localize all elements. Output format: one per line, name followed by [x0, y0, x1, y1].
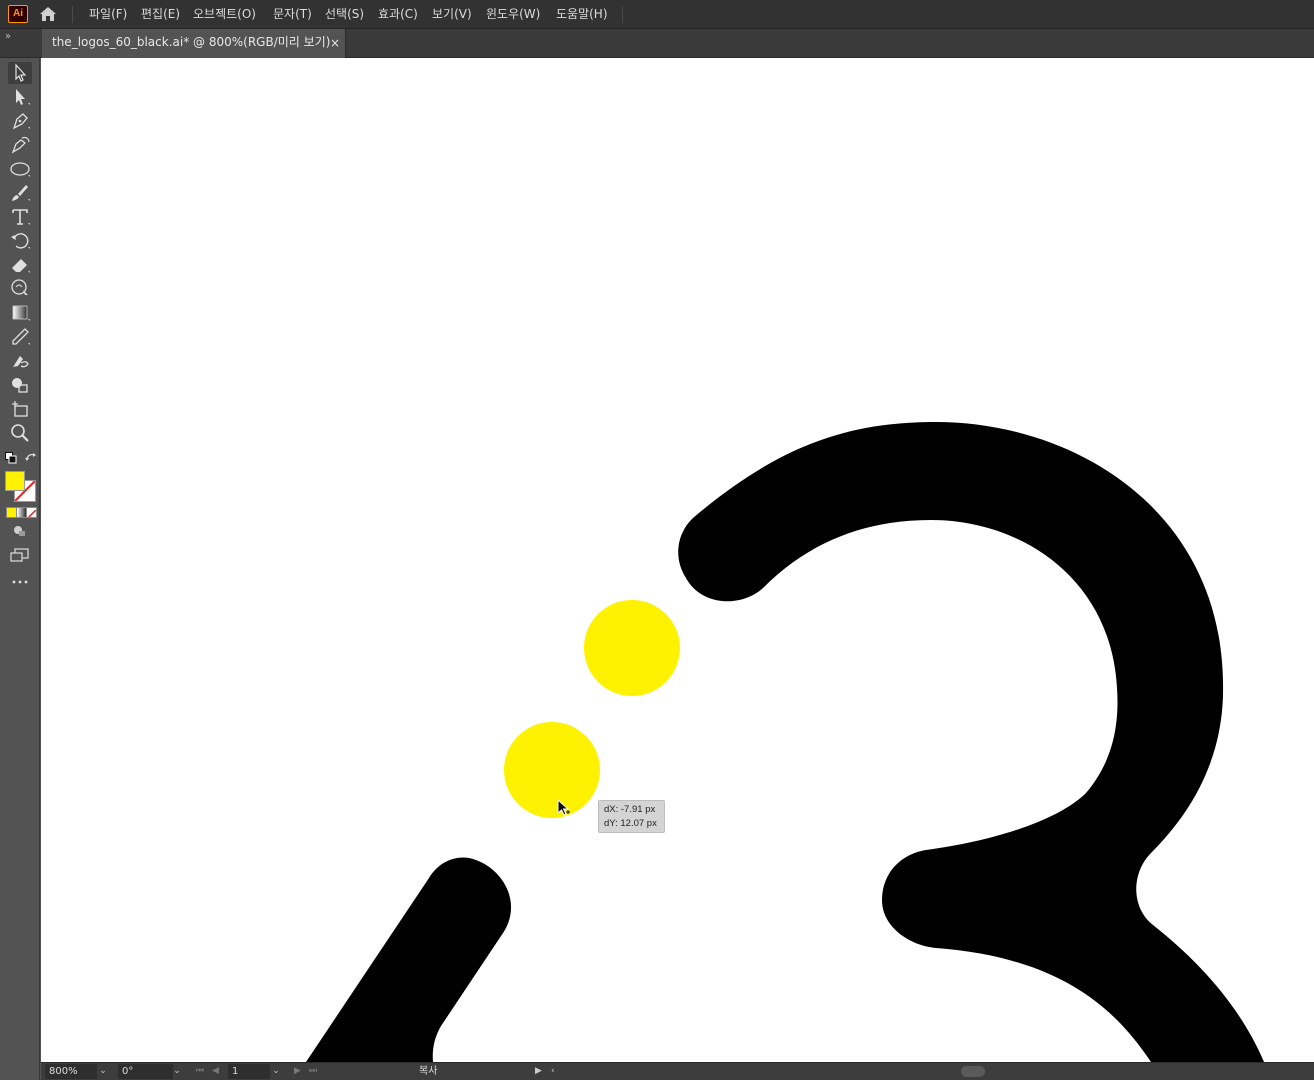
rotation-dropdown-icon[interactable]: ⌄ — [171, 1064, 183, 1079]
eyedropper-tool-icon[interactable] — [8, 326, 32, 348]
last-artboard-icon[interactable]: ⏭ — [309, 1064, 317, 1079]
tools-panel — [0, 58, 40, 1080]
menu-type[interactable]: 문자(T) — [273, 0, 312, 29]
more-tools-icon[interactable] — [11, 576, 29, 586]
previous-artboard-icon[interactable]: ◀ — [212, 1064, 219, 1079]
shape-builder-tool-icon[interactable] — [8, 374, 32, 396]
menu-bar: Ai 파일(F) 편집(E) 오브젝트(O) 문자(T) 선택(S) 효과(C)… — [0, 0, 1314, 29]
scroll-left-icon[interactable]: ‹ — [551, 1064, 555, 1079]
puppet-warp-tool-icon[interactable] — [8, 278, 32, 300]
home-icon[interactable] — [38, 5, 58, 23]
curvature-tool-icon[interactable] — [8, 134, 32, 156]
menu-separator — [72, 6, 73, 23]
artboard-tool-icon[interactable] — [8, 398, 32, 420]
black-diagonal-shape — [306, 857, 512, 1062]
menu-effect[interactable]: 효과(C) — [378, 0, 418, 29]
yellow-circle-upper — [584, 600, 680, 696]
default-colors-icon[interactable] — [5, 452, 17, 464]
zoom-dropdown-icon[interactable]: ⌄ — [97, 1064, 109, 1079]
eraser-tool-icon[interactable] — [8, 254, 32, 276]
cursor-arrow-icon — [557, 798, 571, 817]
zoom-tool-icon[interactable] — [8, 422, 32, 444]
status-menu-arrow-icon[interactable]: ▶ — [535, 1064, 542, 1079]
swap-colors-icon[interactable] — [25, 452, 37, 464]
document-tab-title: the_logos_60_black.ai* @ 800%(RGB/미리 보기) — [52, 35, 331, 49]
ellipse-tool-icon[interactable] — [8, 158, 32, 180]
menu-help[interactable]: 도움말(H) — [556, 0, 608, 29]
next-artboard-icon[interactable]: ▶ — [294, 1064, 301, 1079]
app-logo[interactable]: Ai — [8, 5, 28, 23]
close-tab-icon[interactable]: × — [330, 29, 340, 58]
menu-select[interactable]: 선택(S) — [325, 0, 364, 29]
drawing-mode-icon[interactable] — [13, 524, 27, 538]
gradient-tool-icon[interactable] — [8, 302, 32, 324]
status-bar: 800% ⌄ 0° ⌄ ⏮ ◀ 1 ⌄ ▶ ⏭ 복사 ▶ ‹ — [41, 1062, 1314, 1080]
tooltip-dy: dY: 12.07 px — [604, 818, 657, 829]
document-tab[interactable]: the_logos_60_black.ai* @ 800%(RGB/미리 보기)… — [42, 29, 346, 58]
menu-window[interactable]: 윈도우(W) — [486, 0, 540, 29]
screen-mode-icon[interactable] — [10, 548, 30, 562]
yellow-circle-lower — [504, 722, 600, 818]
zoom-field[interactable]: 800% — [45, 1064, 97, 1079]
rotate-tool-icon[interactable] — [8, 230, 32, 252]
black-curve-shape — [678, 421, 1264, 1062]
direct-selection-tool-icon[interactable] — [8, 86, 32, 108]
document-tab-bar: ›› the_logos_60_black.ai* @ 800%(RGB/미리 … — [0, 29, 1314, 58]
pen-tool-icon[interactable] — [8, 110, 32, 132]
tooltip-dx: dX: -7.91 px — [604, 804, 656, 815]
menu-edit[interactable]: 편집(E) — [141, 0, 180, 29]
fill-swatch[interactable] — [5, 471, 25, 491]
selection-tool-icon[interactable] — [8, 62, 32, 84]
canvas[interactable]: dX: -7.91 px dY: 12.07 px — [41, 58, 1314, 1062]
rotation-field[interactable]: 0° — [118, 1064, 173, 1079]
menu-separator — [622, 6, 623, 23]
paintbrush-tool-icon[interactable] — [8, 182, 32, 204]
artboard-dropdown-icon[interactable]: ⌄ — [270, 1064, 282, 1079]
collapse-panels-icon[interactable]: ›› — [5, 31, 11, 42]
horizontal-scrollbar-thumb[interactable] — [961, 1066, 985, 1077]
menu-object[interactable]: 오브젝트(O) — [193, 0, 256, 29]
artwork — [306, 421, 1264, 1062]
status-label: 복사 — [419, 1066, 438, 1077]
first-artboard-icon[interactable]: ⏮ — [196, 1064, 204, 1079]
move-delta-tooltip: dX: -7.91 px dY: 12.07 px — [598, 800, 665, 833]
type-tool-icon[interactable] — [8, 206, 32, 228]
artboard-field[interactable]: 1 — [228, 1064, 270, 1079]
menu-file[interactable]: 파일(F) — [89, 0, 127, 29]
menu-view[interactable]: 보기(V) — [432, 0, 472, 29]
none-mode-icon[interactable] — [26, 507, 37, 518]
blend-tool-icon[interactable] — [8, 350, 32, 372]
